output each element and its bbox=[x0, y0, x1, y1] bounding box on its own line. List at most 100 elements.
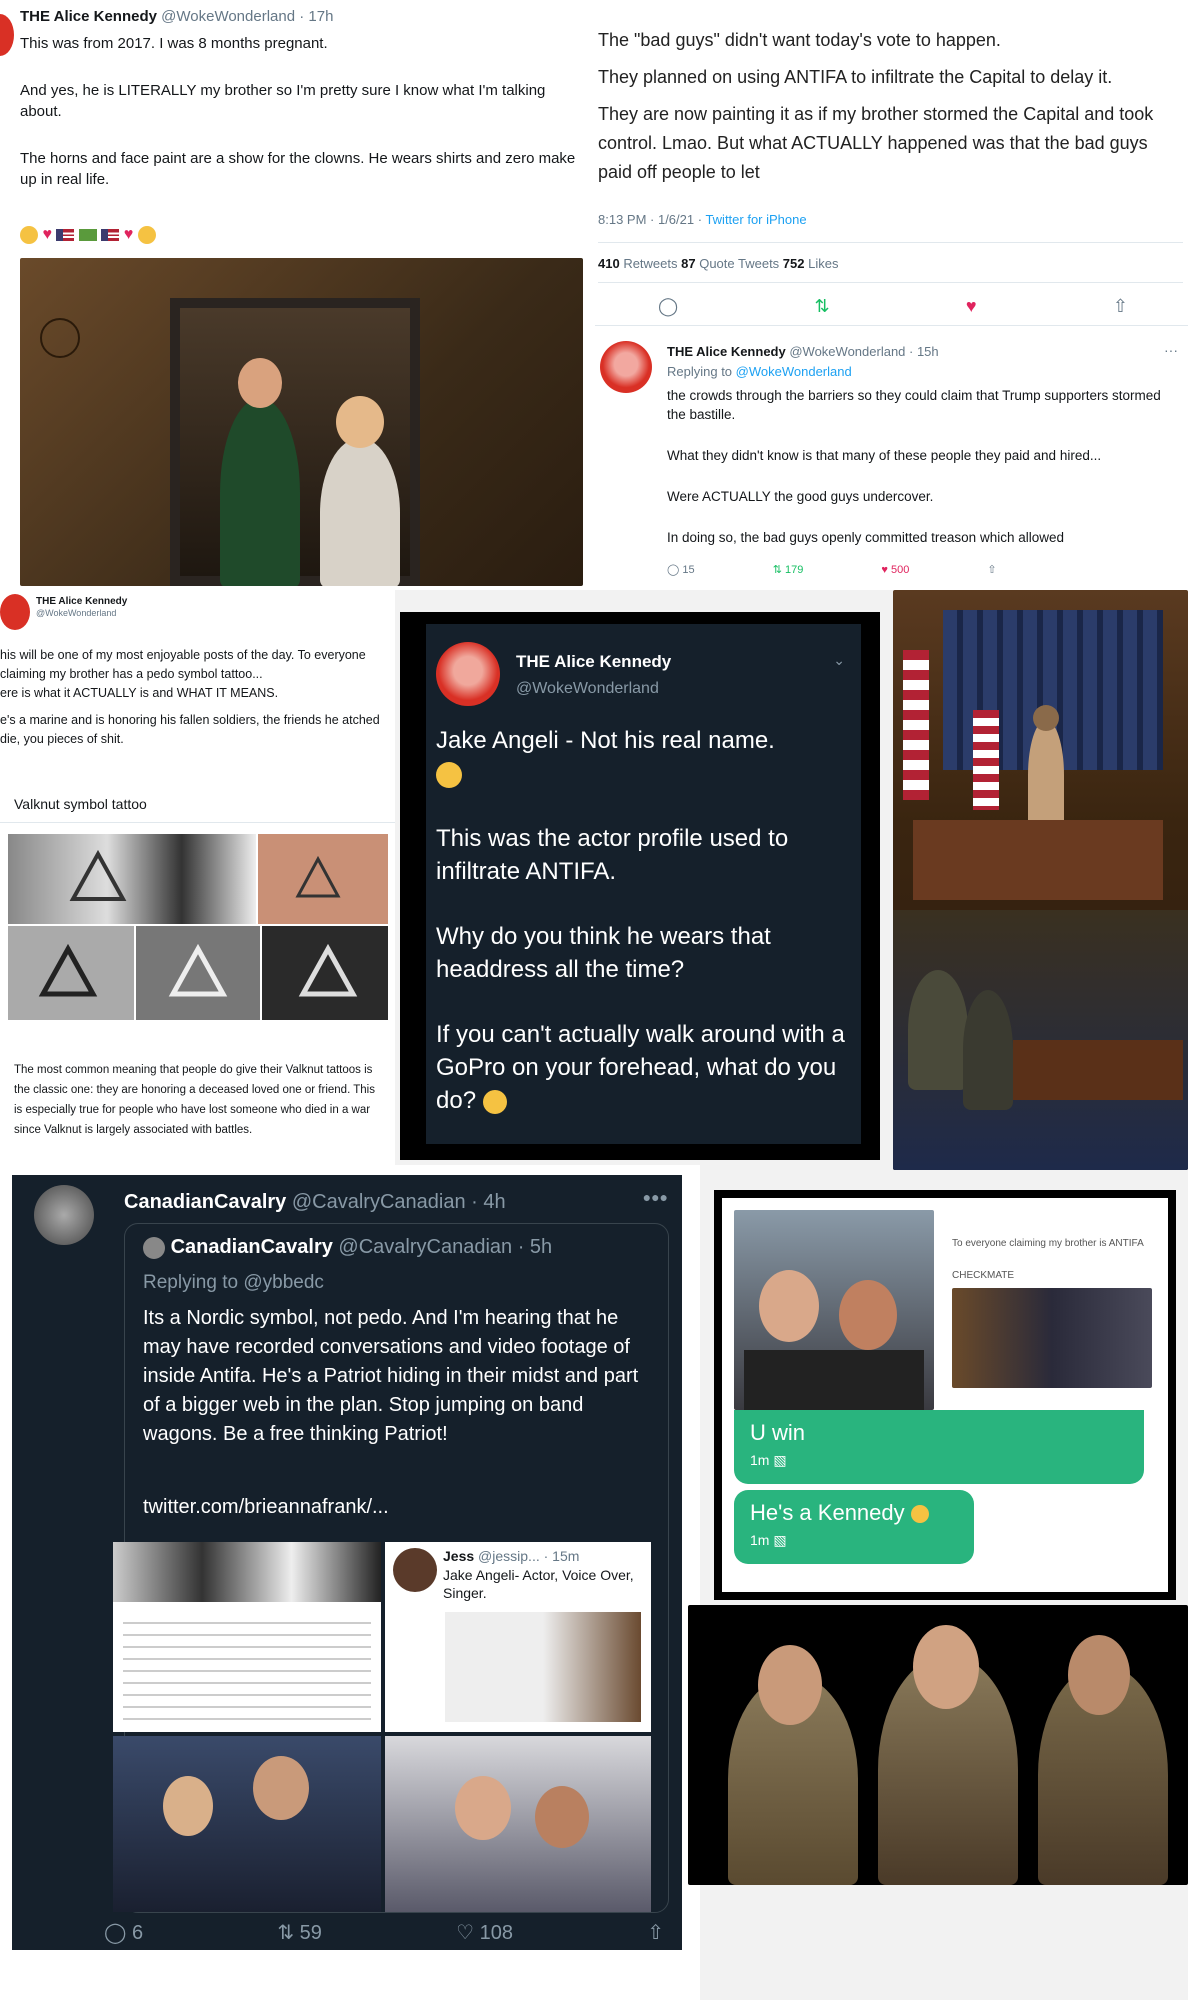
reply-paragraph: In doing so, the bad guys openly committ… bbox=[667, 530, 1064, 545]
quote-count[interactable]: 87 bbox=[681, 256, 695, 271]
capitol-photo[interactable] bbox=[893, 590, 1188, 1170]
reply-button[interactable]: ◯ 6 bbox=[104, 1920, 143, 1945]
valknut-icon bbox=[295, 855, 341, 898]
author-name[interactable]: THE Alice Kennedy bbox=[516, 652, 671, 672]
retweet-button[interactable]: ⇅ 59 bbox=[277, 1920, 322, 1945]
retweet-count: 179 bbox=[784, 564, 804, 576]
chat-bubble[interactable]: U win 1m ▧ bbox=[734, 1410, 1144, 1484]
quoted-author[interactable]: CanadianCavalry bbox=[171, 1236, 333, 1258]
share-icon[interactable]: ⇧ bbox=[987, 564, 996, 576]
action-bar: ◯ 6 ⇅ 59 ♡ 108 ⇧ bbox=[104, 1920, 664, 1945]
reply-paragraph: the crowds through the barriers so they … bbox=[667, 388, 1161, 422]
tweet-link[interactable]: twitter.com/brieannafrank/... bbox=[143, 1496, 389, 1519]
author-name[interactable]: THE Alice Kennedy bbox=[36, 596, 127, 607]
valknut-paragraph: ere is what it ACTUALLY is and WHAT IT M… bbox=[0, 686, 279, 700]
avatar[interactable] bbox=[436, 642, 500, 706]
chat-message: He's a Kennedy bbox=[750, 1500, 905, 1525]
jess-handle: @jessip... · 15m bbox=[478, 1548, 580, 1564]
replying-label: Replying to bbox=[667, 364, 736, 379]
chat-message: U win bbox=[750, 1420, 806, 1445]
tweet-paragraph: If you can't actually walk around with a… bbox=[436, 1018, 856, 1117]
valknut-icon bbox=[38, 944, 98, 997]
avatar[interactable] bbox=[34, 1185, 94, 1245]
collage-photo[interactable] bbox=[952, 1288, 1152, 1388]
tweet-line: The "bad guys" didn't want today's vote … bbox=[598, 30, 1001, 50]
upside-down-emoji-icon bbox=[482, 1089, 507, 1114]
reply-count: 6 bbox=[131, 1922, 144, 1944]
tweet-panel-reply: THE Alice Kennedy @WokeWonderland · 15h … bbox=[595, 325, 1188, 590]
chevron-down-icon[interactable]: ⌄ bbox=[833, 652, 845, 669]
chat-screen: To everyone claiming my brother is ANTIF… bbox=[722, 1198, 1168, 1592]
tweet-timestamp: 8:13 PM · 1/6/21 · bbox=[598, 212, 706, 227]
tweet-text: The "bad guys" didn't want today's vote … bbox=[598, 26, 1178, 187]
cavalry-frame: CanadianCavalry @CavalryCanadian · 4h ●●… bbox=[0, 1165, 700, 2000]
crowd-figure bbox=[963, 990, 1013, 1110]
selfie-photo[interactable] bbox=[734, 1210, 934, 1410]
tattoo-collage bbox=[113, 1542, 381, 1732]
author-name[interactable]: THE Alice Kennedy bbox=[20, 8, 157, 25]
avatar[interactable] bbox=[0, 594, 30, 630]
replying-to[interactable]: Replying to @ybbedc bbox=[143, 1272, 324, 1294]
like-icon[interactable]: ♥ 500 bbox=[881, 564, 909, 576]
chat-bubble[interactable]: He's a Kennedy 1m ▧ bbox=[734, 1490, 974, 1564]
tattoo-photo[interactable] bbox=[8, 834, 256, 924]
author-name[interactable]: CanadianCavalry bbox=[124, 1191, 286, 1213]
valknut-icon bbox=[298, 944, 358, 997]
us-flag-icon bbox=[101, 229, 120, 241]
author-handle[interactable]: @WokeWonderland bbox=[516, 680, 659, 698]
author-handle[interactable]: @WokeWonderland bbox=[161, 8, 295, 25]
valknut-icon bbox=[69, 849, 127, 901]
tweet-panel-family: THE Alice Kennedy @WokeWonderland · 17h … bbox=[0, 0, 595, 590]
valknut-text: his will be one of my most enjoyable pos… bbox=[0, 646, 385, 749]
dais bbox=[913, 820, 1163, 900]
author-handle[interactable]: @WokeWonderland bbox=[36, 608, 116, 618]
soldiers-photo[interactable] bbox=[688, 1605, 1188, 1885]
media-grid[interactable]: Jess @jessip... · 15m Jake Angeli- Actor… bbox=[113, 1542, 651, 1912]
heart-icon: ♡ bbox=[456, 1922, 475, 1944]
share-icon[interactable]: ⇧ bbox=[1113, 296, 1128, 317]
chat-frame: To everyone claiming my brother is ANTIF… bbox=[714, 1190, 1176, 1600]
author-handle[interactable]: @WokeWonderland · 15h bbox=[789, 344, 938, 359]
avatar[interactable] bbox=[0, 14, 14, 56]
tweet-panel-valknut: THE Alice Kennedy @WokeWonderland his wi… bbox=[0, 590, 395, 1165]
message-time: 1m bbox=[750, 1452, 770, 1468]
quoted-handle[interactable]: @CavalryCanadian · 5h bbox=[338, 1236, 552, 1258]
family-photo[interactable] bbox=[20, 258, 583, 586]
tweet-line: They are now painting it as if my brothe… bbox=[598, 104, 1154, 182]
avatar[interactable] bbox=[600, 341, 652, 393]
retweet-count[interactable]: 410 bbox=[598, 256, 620, 271]
emoji-row: ♥ ♥ bbox=[20, 226, 156, 244]
like-button[interactable]: ♡ 108 bbox=[456, 1920, 513, 1945]
tweet-paragraph: Why do you think he wears that headdress… bbox=[436, 923, 771, 983]
divider bbox=[598, 242, 1183, 243]
author-handle[interactable]: @CavalryCanadian · 4h bbox=[292, 1191, 506, 1213]
like-icon[interactable]: ♥ bbox=[966, 296, 977, 317]
tweet-stats: 410 Retweets 87 Quote Tweets 752 Likes bbox=[598, 256, 838, 271]
like-count[interactable]: 752 bbox=[783, 256, 805, 271]
reply-icon[interactable]: ◯ 15 bbox=[667, 564, 695, 576]
heart-emoji-icon: ♥ bbox=[42, 226, 52, 244]
quoted-tweet[interactable]: CanadianCavalry @CavalryCanadian · 5h Re… bbox=[113, 1223, 669, 1913]
dark-tweet: THE Alice Kennedy @WokeWonderland ⌄ Jake… bbox=[426, 624, 861, 1144]
tweet-source[interactable]: Twitter for iPhone bbox=[705, 212, 806, 227]
man-head bbox=[759, 1270, 819, 1342]
man-figure bbox=[220, 398, 300, 586]
lock-icon: ▧ bbox=[773, 1532, 787, 1548]
jess-name: Jess bbox=[443, 1548, 475, 1564]
share-icon[interactable]: ⇧ bbox=[647, 1920, 664, 1945]
soldier-head bbox=[758, 1645, 822, 1725]
more-icon[interactable]: ●●● bbox=[643, 1189, 668, 1205]
retweet-icon[interactable]: ⇅ 179 bbox=[773, 564, 804, 576]
more-icon[interactable]: ··· bbox=[1164, 342, 1178, 358]
author-name[interactable]: THE Alice Kennedy bbox=[667, 344, 786, 359]
tattoo-grid bbox=[8, 834, 388, 1020]
tweet-paragraph: And yes, he is LITERALLY my brother so I… bbox=[20, 82, 546, 120]
money-emoji-icon bbox=[78, 229, 97, 241]
tweet-panel-vote: The "bad guys" didn't want today's vote … bbox=[595, 0, 1188, 325]
reply-icon[interactable]: ◯ bbox=[658, 296, 678, 317]
retweet-icon[interactable]: ⇅ bbox=[814, 296, 829, 317]
woman-head bbox=[336, 396, 384, 448]
us-flag bbox=[973, 710, 999, 810]
replying-to-link[interactable]: @WokeWonderland bbox=[736, 364, 852, 379]
like-count: 500 bbox=[890, 564, 910, 576]
